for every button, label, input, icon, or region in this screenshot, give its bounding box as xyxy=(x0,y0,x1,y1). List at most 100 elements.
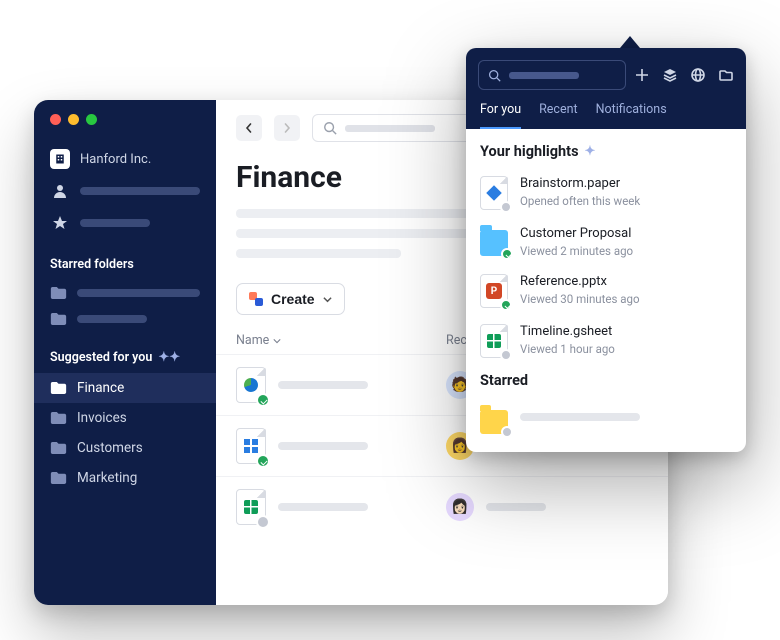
gsheet-file-icon xyxy=(480,324,508,358)
org-row[interactable]: Hanford Inc. xyxy=(34,143,216,175)
synced-badge-icon xyxy=(256,393,270,407)
tab-notifications[interactable]: Notifications xyxy=(596,102,667,129)
chevron-down-icon xyxy=(323,295,332,304)
popover-search-input[interactable] xyxy=(478,60,626,90)
chevron-right-icon xyxy=(282,123,292,133)
popover-caret xyxy=(620,36,640,48)
item-subtitle: Opened often this week xyxy=(520,194,640,208)
chevron-down-icon xyxy=(273,337,281,345)
sync-pending-badge-icon xyxy=(256,515,270,529)
placeholder-line xyxy=(278,442,368,450)
paper-file-icon xyxy=(480,176,508,210)
highlight-item[interactable]: P Reference.pptx Viewed 30 minutes ago xyxy=(480,266,732,316)
layers-icon[interactable] xyxy=(662,67,678,83)
folder-icon xyxy=(50,286,67,300)
starred-row[interactable] xyxy=(34,207,216,239)
synced-badge-icon xyxy=(500,299,512,311)
placeholder-line xyxy=(509,72,579,79)
sidebar-item-label: Invoices xyxy=(77,410,127,426)
synced-badge-icon xyxy=(501,248,513,260)
placeholder-line xyxy=(77,315,147,323)
tab-recent[interactable]: Recent xyxy=(539,102,578,129)
create-button[interactable]: Create xyxy=(236,283,345,315)
item-subtitle: Viewed 30 minutes ago xyxy=(520,292,640,306)
column-name[interactable]: Name xyxy=(236,333,446,348)
suggested-heading: Suggested for you ✦✦ xyxy=(34,332,216,373)
file-icon xyxy=(236,367,266,403)
folder-icon xyxy=(50,441,67,455)
highlight-item[interactable]: Brainstorm.paper Opened often this week xyxy=(480,168,732,218)
window-controls xyxy=(34,114,216,143)
placeholder-line xyxy=(278,503,368,511)
synced-badge-icon xyxy=(256,454,270,468)
sidebar-item-invoices[interactable]: Invoices xyxy=(34,403,216,433)
sidebar-item-label: Customers xyxy=(77,440,143,456)
add-button[interactable] xyxy=(634,67,650,83)
folder-icon xyxy=(480,230,508,256)
sidebar-item-label: Marketing xyxy=(77,470,137,486)
sync-pending-badge-icon xyxy=(500,349,512,361)
sparkle-icon: ✦✦ xyxy=(158,350,180,365)
create-multi-icon xyxy=(249,292,263,306)
item-title: Customer Proposal xyxy=(520,226,633,241)
profile-row[interactable] xyxy=(34,175,216,207)
minimize-window-button[interactable] xyxy=(68,114,79,125)
powerpoint-file-icon: P xyxy=(480,274,508,308)
folder-icon xyxy=(50,411,67,425)
popover-tabs: For you Recent Notifications xyxy=(478,90,734,129)
highlights-heading: Your highlights ✦ xyxy=(480,143,732,160)
folder-icon xyxy=(50,381,67,395)
placeholder-line xyxy=(486,503,546,511)
starred-item[interactable] xyxy=(480,397,732,442)
highlight-item[interactable]: Customer Proposal Viewed 2 minutes ago xyxy=(480,218,732,266)
item-title: Timeline.gsheet xyxy=(520,324,615,339)
starred-folder-placeholder[interactable] xyxy=(34,306,216,332)
sparkle-icon: ✦ xyxy=(585,144,596,159)
avatar: 👩🏻 xyxy=(446,493,474,521)
item-subtitle: Viewed 2 minutes ago xyxy=(520,244,633,258)
sidebar-item-finance[interactable]: Finance xyxy=(34,373,216,403)
forward-button[interactable] xyxy=(274,115,300,141)
star-icon xyxy=(50,213,70,233)
placeholder-line xyxy=(80,187,200,195)
folder-icon xyxy=(50,312,67,326)
item-title: Reference.pptx xyxy=(520,274,640,289)
file-icon xyxy=(236,428,266,464)
placeholder-line xyxy=(80,219,150,227)
building-icon xyxy=(50,149,70,169)
starred-folders-heading: Starred folders xyxy=(34,239,216,280)
item-subtitle: Viewed 1 hour ago xyxy=(520,342,615,356)
back-button[interactable] xyxy=(236,115,262,141)
starred-folder-placeholder[interactable] xyxy=(34,280,216,306)
sync-pending-badge-icon xyxy=(500,201,512,213)
zoom-window-button[interactable] xyxy=(86,114,97,125)
person-icon xyxy=(50,181,70,201)
placeholder-line xyxy=(520,413,640,421)
folder-icon xyxy=(50,471,67,485)
sidebar-item-marketing[interactable]: Marketing xyxy=(34,463,216,493)
close-window-button[interactable] xyxy=(50,114,61,125)
popover-body: Your highlights ✦ Brainstorm.paper Opene… xyxy=(466,129,746,452)
table-row[interactable]: 👩🏻 xyxy=(216,476,668,537)
placeholder-line xyxy=(278,381,368,389)
search-icon xyxy=(488,69,501,82)
starred-folder-icon xyxy=(480,410,508,434)
placeholder-line xyxy=(345,125,435,132)
chevron-left-icon xyxy=(244,123,254,133)
globe-icon[interactable] xyxy=(690,67,706,83)
tray-popover: For you Recent Notifications Your highli… xyxy=(466,48,746,452)
org-name: Hanford Inc. xyxy=(80,152,151,167)
tab-for-you[interactable]: For you xyxy=(480,102,521,129)
highlight-item[interactable]: Timeline.gsheet Viewed 1 hour ago xyxy=(480,316,732,366)
sidebar-item-label: Finance xyxy=(77,380,124,396)
folder-outline-icon[interactable] xyxy=(718,67,734,83)
file-icon xyxy=(236,489,266,525)
create-label: Create xyxy=(271,291,315,307)
placeholder-line xyxy=(77,289,200,297)
sync-pending-badge-icon xyxy=(501,426,513,438)
item-title: Brainstorm.paper xyxy=(520,176,640,191)
search-icon xyxy=(323,121,337,135)
sidebar-item-customers[interactable]: Customers xyxy=(34,433,216,463)
starred-heading: Starred xyxy=(480,372,732,389)
popover-header: For you Recent Notifications xyxy=(466,48,746,129)
